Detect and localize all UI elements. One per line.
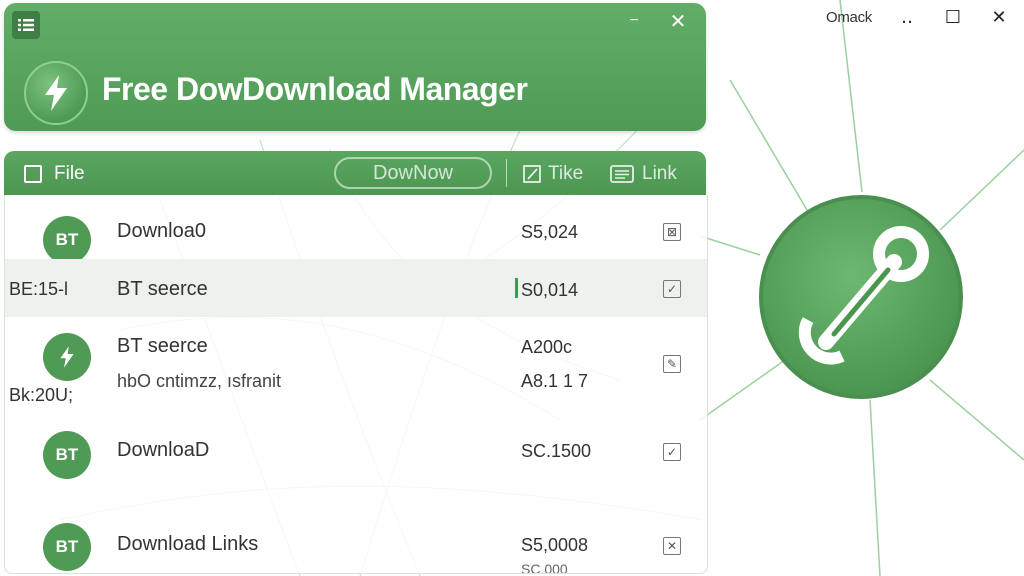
tike-button[interactable]: Tike — [522, 163, 583, 185]
download-name: Download Links — [117, 533, 259, 555]
app-logo — [24, 61, 88, 125]
download-size-secondary: A8.1 1 7 — [521, 371, 589, 391]
download-side-label: Bk:20U; — [9, 385, 74, 405]
download-side-label: BE:15-l — [9, 279, 69, 299]
app-header: − ✕ Free DowDownload Manager — [4, 3, 706, 131]
download-row[interactable]: BT Download Links S5,0008 SC 000 ✕ — [5, 507, 707, 573]
download-name: Downloa0 — [117, 220, 206, 242]
file-label: File — [54, 163, 85, 184]
toolbar-divider — [506, 159, 507, 187]
link-label: Link — [642, 163, 677, 184]
progress-marker — [515, 278, 518, 298]
download-size-secondary: SC 000 — [521, 561, 568, 574]
outer-close-button[interactable]: ✕ — [988, 6, 1010, 28]
app-minimize-button[interactable]: − — [624, 11, 644, 31]
select-all-checkbox[interactable] — [24, 165, 42, 183]
list-card-icon — [610, 165, 634, 183]
menu-button[interactable] — [12, 11, 40, 39]
download-row[interactable]: Bk:20U; BT seerce hbO cntimzz, ısfranit … — [5, 317, 707, 417]
checkbox-checked-icon[interactable]: ✓ — [663, 280, 681, 298]
download-size: S0,014 — [521, 280, 579, 300]
file-edit-icon[interactable]: ✎ — [663, 355, 681, 373]
toolbar: File DowNow Tike Link — [4, 151, 706, 195]
download-size: S5,0008 — [521, 535, 589, 555]
download-row[interactable]: BT DownloaD SC.1500 ✓ — [5, 417, 707, 507]
outer-maximize-button[interactable]: ☐ — [942, 6, 964, 28]
download-name: BT seerce — [117, 335, 208, 357]
outer-window-label: Omack — [825, 8, 872, 26]
file-menu[interactable]: File — [24, 163, 85, 185]
download-now-button[interactable]: DowNow — [334, 157, 492, 189]
lightning-badge — [43, 333, 91, 381]
download-size: SC.1500 — [521, 441, 592, 461]
download-subtitle: hbO cntimzz, ısfranit — [117, 371, 282, 391]
menu-list-icon — [18, 19, 34, 31]
tike-label: Tike — [548, 163, 584, 184]
checkbox-checked-icon[interactable]: ✓ — [663, 443, 681, 461]
download-name: DownloaD — [117, 439, 210, 461]
lightning-bolt-icon — [60, 346, 74, 368]
app-window: − ✕ Free DowDownload Manager File DowNow… — [4, 3, 708, 574]
lightning-bolt-icon — [45, 75, 67, 111]
app-title: Free DowDownload Manager — [102, 71, 528, 107]
download-name: BT seerce — [117, 278, 208, 300]
app-close-button[interactable]: ✕ — [668, 11, 688, 33]
download-list: BT Downloa0 S5,024 ⊠ BE:15-l BT seerce S… — [4, 195, 708, 574]
checkbox-cross-icon[interactable]: ✕ — [663, 537, 681, 555]
download-size: A200c — [521, 337, 573, 357]
bittorrent-badge: BT — [43, 523, 91, 571]
outer-minimize-button[interactable]: ‥ — [896, 6, 918, 28]
outer-window-controls: Omack ‥ ☐ ✕ — [826, 6, 1010, 28]
bittorrent-badge: BT — [43, 431, 91, 479]
edit-box-icon — [523, 165, 541, 183]
download-row[interactable]: BT Downloa0 S5,024 ⊠ — [5, 195, 707, 264]
download-size: S5,024 — [521, 222, 579, 242]
download-row-selected[interactable]: BE:15-l BT seerce S0,014 ✓ — [5, 259, 707, 317]
link-button[interactable]: Link — [610, 163, 677, 185]
link-chain-icon — [759, 195, 963, 399]
file-cancel-icon[interactable]: ⊠ — [663, 223, 681, 241]
bittorrent-badge: BT — [43, 216, 91, 264]
